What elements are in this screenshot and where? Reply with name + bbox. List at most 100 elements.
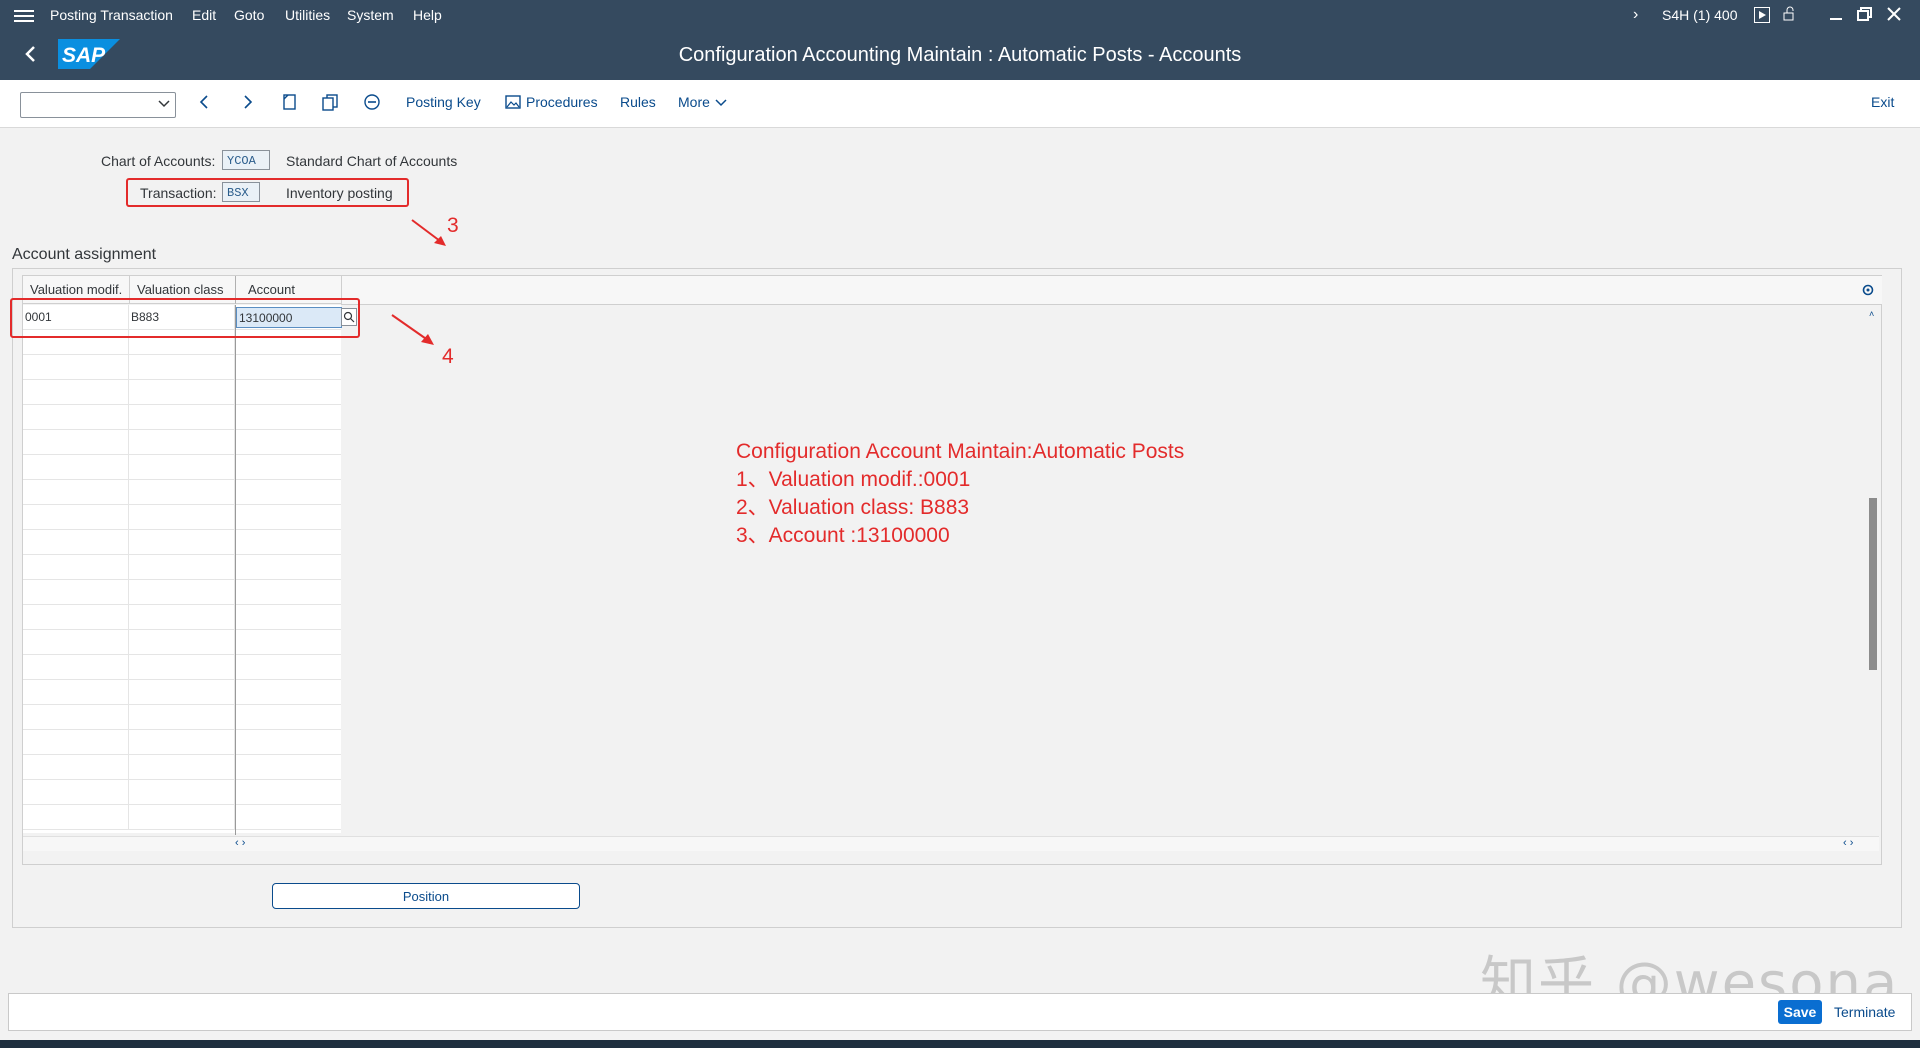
table-cell[interactable]	[235, 555, 341, 580]
table-cell[interactable]	[235, 580, 341, 605]
hamburger-menu-icon[interactable]	[14, 7, 34, 23]
table-cell[interactable]	[23, 505, 129, 530]
minimize-icon[interactable]	[1828, 6, 1844, 25]
menu-utilities[interactable]: Utilities	[285, 7, 330, 23]
chart-of-accounts-field[interactable]: YCOA	[222, 150, 270, 170]
table-cell[interactable]	[235, 680, 341, 705]
command-field[interactable]	[20, 92, 176, 118]
menu-posting-transaction[interactable]: Posting Transaction	[50, 7, 173, 23]
table-cell[interactable]	[235, 480, 341, 505]
chevron-down-icon[interactable]	[157, 96, 171, 115]
table-cell[interactable]	[235, 705, 341, 730]
table-cell[interactable]	[23, 755, 129, 780]
table-cell[interactable]	[235, 655, 341, 680]
table-cell[interactable]	[23, 805, 129, 830]
close-icon[interactable]	[1886, 6, 1902, 25]
scrollbar-thumb[interactable]	[1869, 498, 1877, 670]
table-cell[interactable]	[129, 605, 235, 630]
transaction-field[interactable]: BSX	[222, 182, 260, 202]
table-cell[interactable]	[129, 505, 235, 530]
table-cell[interactable]	[23, 405, 129, 430]
horizontal-scrollbar[interactable]: ‹ › ‹ ›	[23, 836, 1879, 851]
horizontal-scroll-arrows-right-icon[interactable]: ‹ ›	[1843, 837, 1853, 849]
table-cell[interactable]	[235, 530, 341, 555]
table-cell[interactable]	[129, 780, 235, 805]
table-cell[interactable]	[129, 805, 235, 830]
table-cell[interactable]	[235, 755, 341, 780]
table-cell[interactable]	[235, 605, 341, 630]
table-cell[interactable]	[23, 380, 129, 405]
menu-goto[interactable]: Goto	[234, 7, 264, 23]
table-cell[interactable]	[23, 430, 129, 455]
annotation-line: 3、Account :13100000	[736, 524, 950, 547]
table-cell[interactable]	[235, 380, 341, 405]
table-cell[interactable]	[23, 455, 129, 480]
table-cell[interactable]	[23, 605, 129, 630]
copy-icon[interactable]	[321, 93, 339, 111]
more-chevron-icon[interactable]	[714, 95, 728, 114]
previous-icon[interactable]	[196, 93, 214, 111]
table-cell[interactable]	[129, 680, 235, 705]
footer-bar	[8, 993, 1912, 1031]
table-cell[interactable]	[23, 730, 129, 755]
table-cell[interactable]	[129, 705, 235, 730]
table-cell[interactable]	[235, 630, 341, 655]
table-cell[interactable]	[129, 530, 235, 555]
table-settings-icon[interactable]	[1861, 283, 1875, 302]
menu-edit[interactable]: Edit	[192, 7, 216, 23]
table-cell[interactable]	[129, 455, 235, 480]
table-cell[interactable]	[129, 580, 235, 605]
table-cell[interactable]	[235, 730, 341, 755]
table-cell[interactable]	[235, 455, 341, 480]
more-button[interactable]: More	[678, 94, 710, 110]
position-button[interactable]: Position	[272, 883, 580, 909]
menu-help[interactable]: Help	[413, 7, 442, 23]
delete-icon[interactable]	[363, 93, 381, 111]
table-cell[interactable]	[129, 655, 235, 680]
save-button[interactable]: Save	[1778, 1000, 1822, 1024]
play-icon[interactable]	[1754, 7, 1770, 23]
table-cell[interactable]	[129, 555, 235, 580]
table-cell[interactable]	[129, 730, 235, 755]
table-cell[interactable]	[235, 780, 341, 805]
table-cell[interactable]	[23, 630, 129, 655]
table-cell[interactable]	[23, 780, 129, 805]
menu-system[interactable]: System	[347, 7, 394, 23]
maximize-icon[interactable]	[1856, 6, 1872, 25]
table-cell[interactable]	[235, 355, 341, 380]
new-entry-icon[interactable]	[280, 93, 298, 111]
table-cell[interactable]	[129, 355, 235, 380]
system-info: S4H (1) 400	[1662, 7, 1738, 23]
table-cell[interactable]	[23, 655, 129, 680]
table-cell[interactable]	[235, 430, 341, 455]
procedures-button[interactable]: Procedures	[526, 94, 598, 110]
terminate-button[interactable]: Terminate	[1834, 1004, 1895, 1020]
table-cell[interactable]	[235, 805, 341, 830]
posting-key-button[interactable]: Posting Key	[406, 94, 481, 110]
table-cell[interactable]	[129, 430, 235, 455]
table-cell[interactable]	[235, 505, 341, 530]
table-cell[interactable]	[23, 530, 129, 555]
table-cell[interactable]	[23, 705, 129, 730]
table-cell[interactable]	[129, 380, 235, 405]
table-cell[interactable]	[129, 480, 235, 505]
table-cell[interactable]	[23, 580, 129, 605]
table-cell[interactable]	[129, 630, 235, 655]
table-cell[interactable]	[23, 680, 129, 705]
scroll-up-icon[interactable]: ˄	[1869, 309, 1874, 319]
table-cell[interactable]	[129, 755, 235, 780]
lock-icon[interactable]	[1782, 6, 1798, 25]
table-cell[interactable]	[129, 405, 235, 430]
table-cell[interactable]	[23, 480, 129, 505]
exit-button[interactable]: Exit	[1871, 94, 1894, 110]
vertical-scrollbar[interactable]: ˄	[1867, 305, 1879, 835]
rules-button[interactable]: Rules	[620, 94, 656, 110]
table-cell[interactable]	[235, 405, 341, 430]
chevron-right-icon[interactable]: ›	[1633, 6, 1638, 24]
annotation-line: Configuration Account Maintain:Automatic…	[736, 440, 1185, 463]
horizontal-scroll-arrows-icon[interactable]: ‹ ›	[235, 837, 245, 849]
next-icon[interactable]	[238, 93, 256, 111]
annotation-step-4: 4	[442, 345, 454, 368]
table-cell[interactable]	[23, 355, 129, 380]
table-cell[interactable]	[23, 555, 129, 580]
